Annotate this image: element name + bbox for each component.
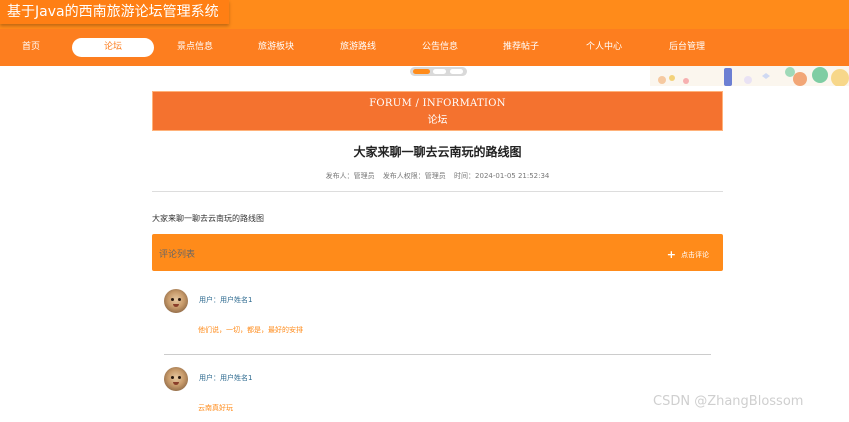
comment-user: 用户：用户姓名1 xyxy=(199,296,253,304)
carousel-dot-2[interactable] xyxy=(433,69,446,74)
nav-item-personal-center[interactable]: 个人中心 xyxy=(563,38,645,57)
add-comment-label: 点击评论 xyxy=(681,251,709,259)
section-title-cn: 论坛 xyxy=(427,115,448,126)
post-author: 发布人：管理员 xyxy=(325,172,375,180)
section-header: FORUM / INFORMATION 论坛 xyxy=(152,91,723,131)
comments-title: 评论列表 xyxy=(159,250,196,260)
nav-item-home[interactable]: 首页 xyxy=(0,38,72,57)
page: 基于Java的西南旅游论坛管理系统 首页 论坛 景点信息 旅游板块 旅游路线 公… xyxy=(0,0,849,422)
banner-decoration xyxy=(650,66,849,86)
comments-header: 评论列表 + 点击评论 xyxy=(152,234,723,271)
carousel-dot-3[interactable] xyxy=(450,69,463,74)
avatar xyxy=(164,367,188,391)
comment-text: 云南真好玩 xyxy=(198,404,233,412)
comment-text: 他们说，一切，都是，最好的安排 xyxy=(198,326,303,334)
top-bar: 基于Java的西南旅游论坛管理系统 xyxy=(0,0,849,29)
comment-divider xyxy=(164,354,711,355)
post-time: 时间：2024-01-05 21:52:34 xyxy=(454,172,550,180)
divider xyxy=(152,191,723,192)
nav-item-announcements[interactable]: 公告信息 xyxy=(399,38,481,57)
watermark: CSDN @ZhangBlossom xyxy=(653,394,804,409)
plus-icon: + xyxy=(666,248,676,261)
nav-item-travel-board[interactable]: 旅游板块 xyxy=(235,38,317,57)
post-permission: 发布人权限：管理员 xyxy=(382,172,446,180)
carousel-indicator xyxy=(410,67,467,76)
nav-item-admin[interactable]: 后台管理 xyxy=(646,38,728,57)
nav-item-travel-routes[interactable]: 旅游路线 xyxy=(317,38,399,57)
post-content: 大家来聊一聊去云南玩的路线图 xyxy=(152,214,264,223)
post-title: 大家来聊一聊去云南玩的路线图 xyxy=(353,145,522,159)
add-comment-button[interactable]: + 点击评论 xyxy=(666,247,709,261)
site-title: 基于Java的西南旅游论坛管理系统 xyxy=(0,0,229,24)
nav-item-recommended-posts[interactable]: 推荐帖子 xyxy=(480,38,562,57)
nav-bar: 首页 论坛 景点信息 旅游板块 旅游路线 公告信息 推荐帖子 个人中心 后台管理 xyxy=(0,29,849,66)
avatar xyxy=(164,289,188,313)
section-title-en: FORUM / INFORMATION xyxy=(369,98,506,109)
post-meta: 发布人：管理员 发布人权限：管理员 时间：2024-01-05 21:52:34 xyxy=(152,171,723,181)
carousel-dot-1[interactable] xyxy=(413,69,430,74)
nav-item-attractions[interactable]: 景点信息 xyxy=(154,38,236,57)
nav-item-forum[interactable]: 论坛 xyxy=(72,38,154,57)
comment-user: 用户：用户姓名1 xyxy=(199,374,253,382)
